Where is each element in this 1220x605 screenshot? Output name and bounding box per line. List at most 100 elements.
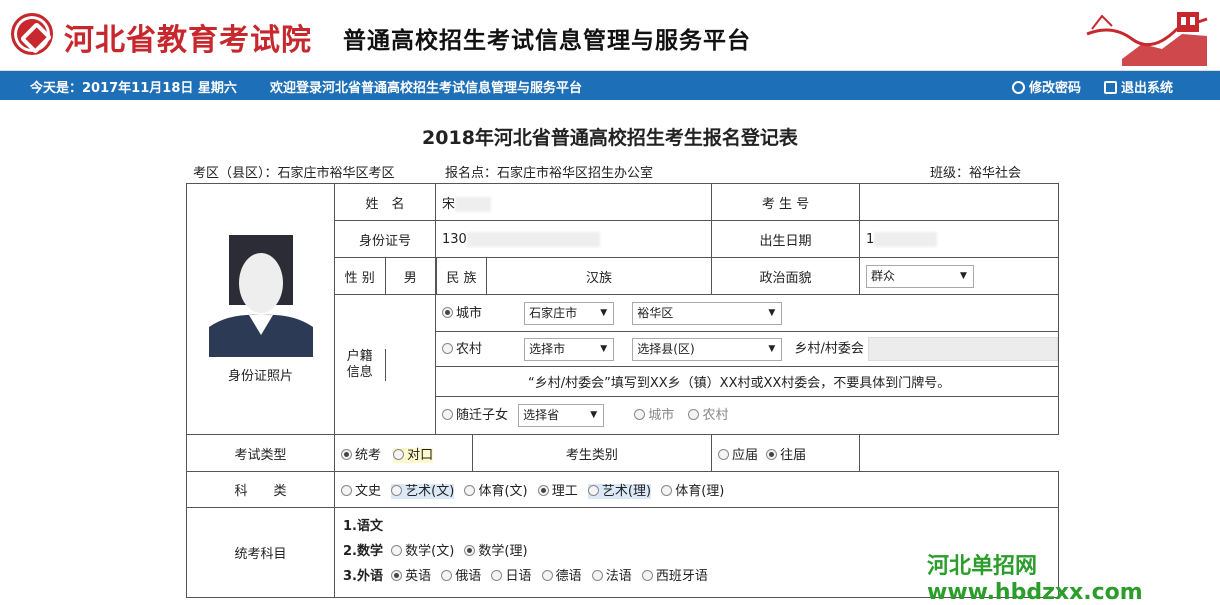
birth-value: 1XXXXXXX xyxy=(858,220,1059,258)
subject-cell: 文史 艺术(文) 体育(文) 理工 艺术(理) 体育(理) xyxy=(334,471,1059,508)
ethnic-cell: 民 族 汉族 xyxy=(435,257,712,295)
change-password-label: 修改密码 xyxy=(1029,81,1082,96)
subject-radio[interactable] xyxy=(587,485,599,496)
welcome-text: 欢迎登录河北省普通高校招生考试信息管理与服务平台 xyxy=(270,81,583,96)
rural-row: 农村 选择市 选择县(区) 乡村/村委会 xyxy=(435,331,1059,367)
math-option-radio[interactable] xyxy=(391,545,403,556)
logout-link[interactable]: 退出系统 xyxy=(1104,77,1173,96)
candidate-type-cell: 应届 往届 xyxy=(710,434,860,472)
province-select[interactable]: 选择省 xyxy=(518,404,605,427)
form-title: 2018年河北省普通高校招生考生报名登记表 xyxy=(422,127,798,149)
candidate-fresh-label: 应届 xyxy=(731,447,758,463)
subject-label-text: 体育(文) xyxy=(478,484,528,499)
political-label: 政治面貌 xyxy=(710,257,860,295)
rural-radio-label: 农村 xyxy=(456,341,483,357)
redacted: XXXX xyxy=(455,196,491,212)
unified-subjects-label: 统考科目 xyxy=(186,507,335,598)
city-row: 城市 石家庄市 裕华区 xyxy=(435,294,1059,332)
subject-label-text: 理工 xyxy=(551,484,578,499)
candidate-past-label: 往届 xyxy=(780,447,807,463)
registration-table: 身份证照片 姓 名 宋XXXX 考 生 号 身份证号 130XXXXXXXXXX… xyxy=(186,183,1059,598)
language-radio[interactable] xyxy=(541,570,553,581)
exam-type-unified-radio[interactable] xyxy=(341,448,352,460)
name-text: 宋 xyxy=(442,196,456,212)
photo-cell: 身份证照片 xyxy=(186,183,335,435)
migrant-city-radio[interactable] xyxy=(634,409,646,420)
platform-name: 普通高校招生考试信息管理与服务平台 xyxy=(343,28,751,54)
subject-radio[interactable] xyxy=(341,485,352,496)
ethnic-value: 汉族 xyxy=(585,270,612,286)
class-info: 班级：裕华社会 xyxy=(930,166,1022,181)
political-select[interactable]: 群众 xyxy=(865,264,974,288)
logout-icon xyxy=(1104,81,1117,94)
top-info-bar: 今天是：2017年11月18日 星期六 欢迎登录河北省普通高校招生考试信息管理与… xyxy=(0,71,1220,100)
gender-label: 性 别 xyxy=(335,258,386,294)
migrant-radio-label: 随迁子女 xyxy=(456,408,509,423)
candidate-type-label: 考生类别 xyxy=(471,434,712,472)
language-radio[interactable] xyxy=(441,570,453,581)
language-label: 3.外语 xyxy=(343,569,383,584)
exam-no-value xyxy=(858,183,1059,221)
exam-type-cell: 统考 对口 xyxy=(334,434,473,472)
logout-label: 退出系统 xyxy=(1121,81,1174,96)
language-option-label: 俄语 xyxy=(455,569,482,584)
subject-label-text: 艺术(文) xyxy=(405,484,455,499)
exam-type-unified-label: 统考 xyxy=(355,447,382,463)
hukou-label: 户籍信息 xyxy=(335,348,386,381)
city-select[interactable]: 石家庄市 xyxy=(524,301,615,325)
math-option-label: 数学(理) xyxy=(478,544,528,559)
language-radio[interactable] xyxy=(591,570,603,581)
village-input[interactable] xyxy=(867,337,1058,361)
subject-label-text: 艺术(理) xyxy=(601,484,652,499)
site-watermark: 河北单招网www.hbdzxx.com xyxy=(927,554,1143,605)
photo-label: 身份证照片 xyxy=(227,368,293,384)
id-text: 130 xyxy=(442,231,467,247)
village-note: “乡村/村委会”填写到XX乡（镇）XX村或XX村委会，不要具体到门牌号。 xyxy=(435,366,1059,397)
migrant-row: 随迁子女 选择省 城市 农村 xyxy=(435,396,1059,435)
gender-row-cell: 性 别 男 xyxy=(334,257,436,295)
village-label: 乡村/村委会 xyxy=(794,341,864,357)
migrant-radio[interactable] xyxy=(442,409,453,420)
subject-radio[interactable] xyxy=(537,485,549,496)
subject-label: 科 类 xyxy=(186,471,335,508)
name-label: 姓 名 xyxy=(334,183,436,221)
gender-value: 男 xyxy=(403,270,417,286)
id-value: 130XXXXXXXXXXXXXXX xyxy=(435,220,712,258)
great-wall-icon xyxy=(1086,12,1208,66)
language-option-label: 法语 xyxy=(605,569,632,584)
subject-radio[interactable] xyxy=(391,485,403,496)
subject-radio[interactable] xyxy=(661,485,673,496)
city-radio[interactable] xyxy=(442,306,453,318)
migrant-city-label: 城市 xyxy=(648,408,675,423)
math-label: 2.数学 xyxy=(343,544,383,559)
exam-area: 考区（县区）：石家庄市裕华区考区 xyxy=(193,166,395,181)
rural-county-select[interactable]: 选择县(区) xyxy=(632,337,783,361)
language-radio[interactable] xyxy=(491,570,503,581)
math-option-radio[interactable] xyxy=(464,545,476,556)
language-radio[interactable] xyxy=(391,570,403,581)
language-option-label: 德语 xyxy=(555,569,582,584)
district-select[interactable]: 裕华区 xyxy=(632,301,783,325)
refresh-icon xyxy=(1012,81,1025,94)
site-header: 河北省教育考试院 普通高校招生考试信息管理与服务平台 xyxy=(0,0,1220,71)
registration-point: 报名点：石家庄市裕华区招生办公室 xyxy=(445,166,654,181)
migrant-rural-radio[interactable] xyxy=(688,409,700,420)
exam-type-vocational-radio[interactable] xyxy=(393,448,405,460)
hukou-cell: 户籍信息 xyxy=(334,294,436,435)
redacted: XXXXXXXXXXXXXXX xyxy=(466,231,601,247)
exam-authority-logo-icon xyxy=(11,13,53,55)
city-radio-label: 城市 xyxy=(456,305,483,321)
org-name: 河北省教育考试院 xyxy=(64,23,312,58)
exam-type-label: 考试类型 xyxy=(186,434,335,472)
subject-radio[interactable] xyxy=(464,485,476,496)
change-password-link[interactable]: 修改密码 xyxy=(1012,77,1081,96)
rural-city-select[interactable]: 选择市 xyxy=(524,337,615,361)
ethnic-label: 民 族 xyxy=(436,258,487,294)
rural-radio[interactable] xyxy=(442,342,453,354)
candidate-past-radio[interactable] xyxy=(766,448,778,460)
language-radio[interactable] xyxy=(641,570,653,581)
birth-label: 出生日期 xyxy=(710,220,860,258)
date-text: 今天是：2017年11月18日 星期六 xyxy=(30,81,237,96)
id-label: 身份证号 xyxy=(334,220,436,258)
candidate-fresh-radio[interactable] xyxy=(717,448,729,460)
